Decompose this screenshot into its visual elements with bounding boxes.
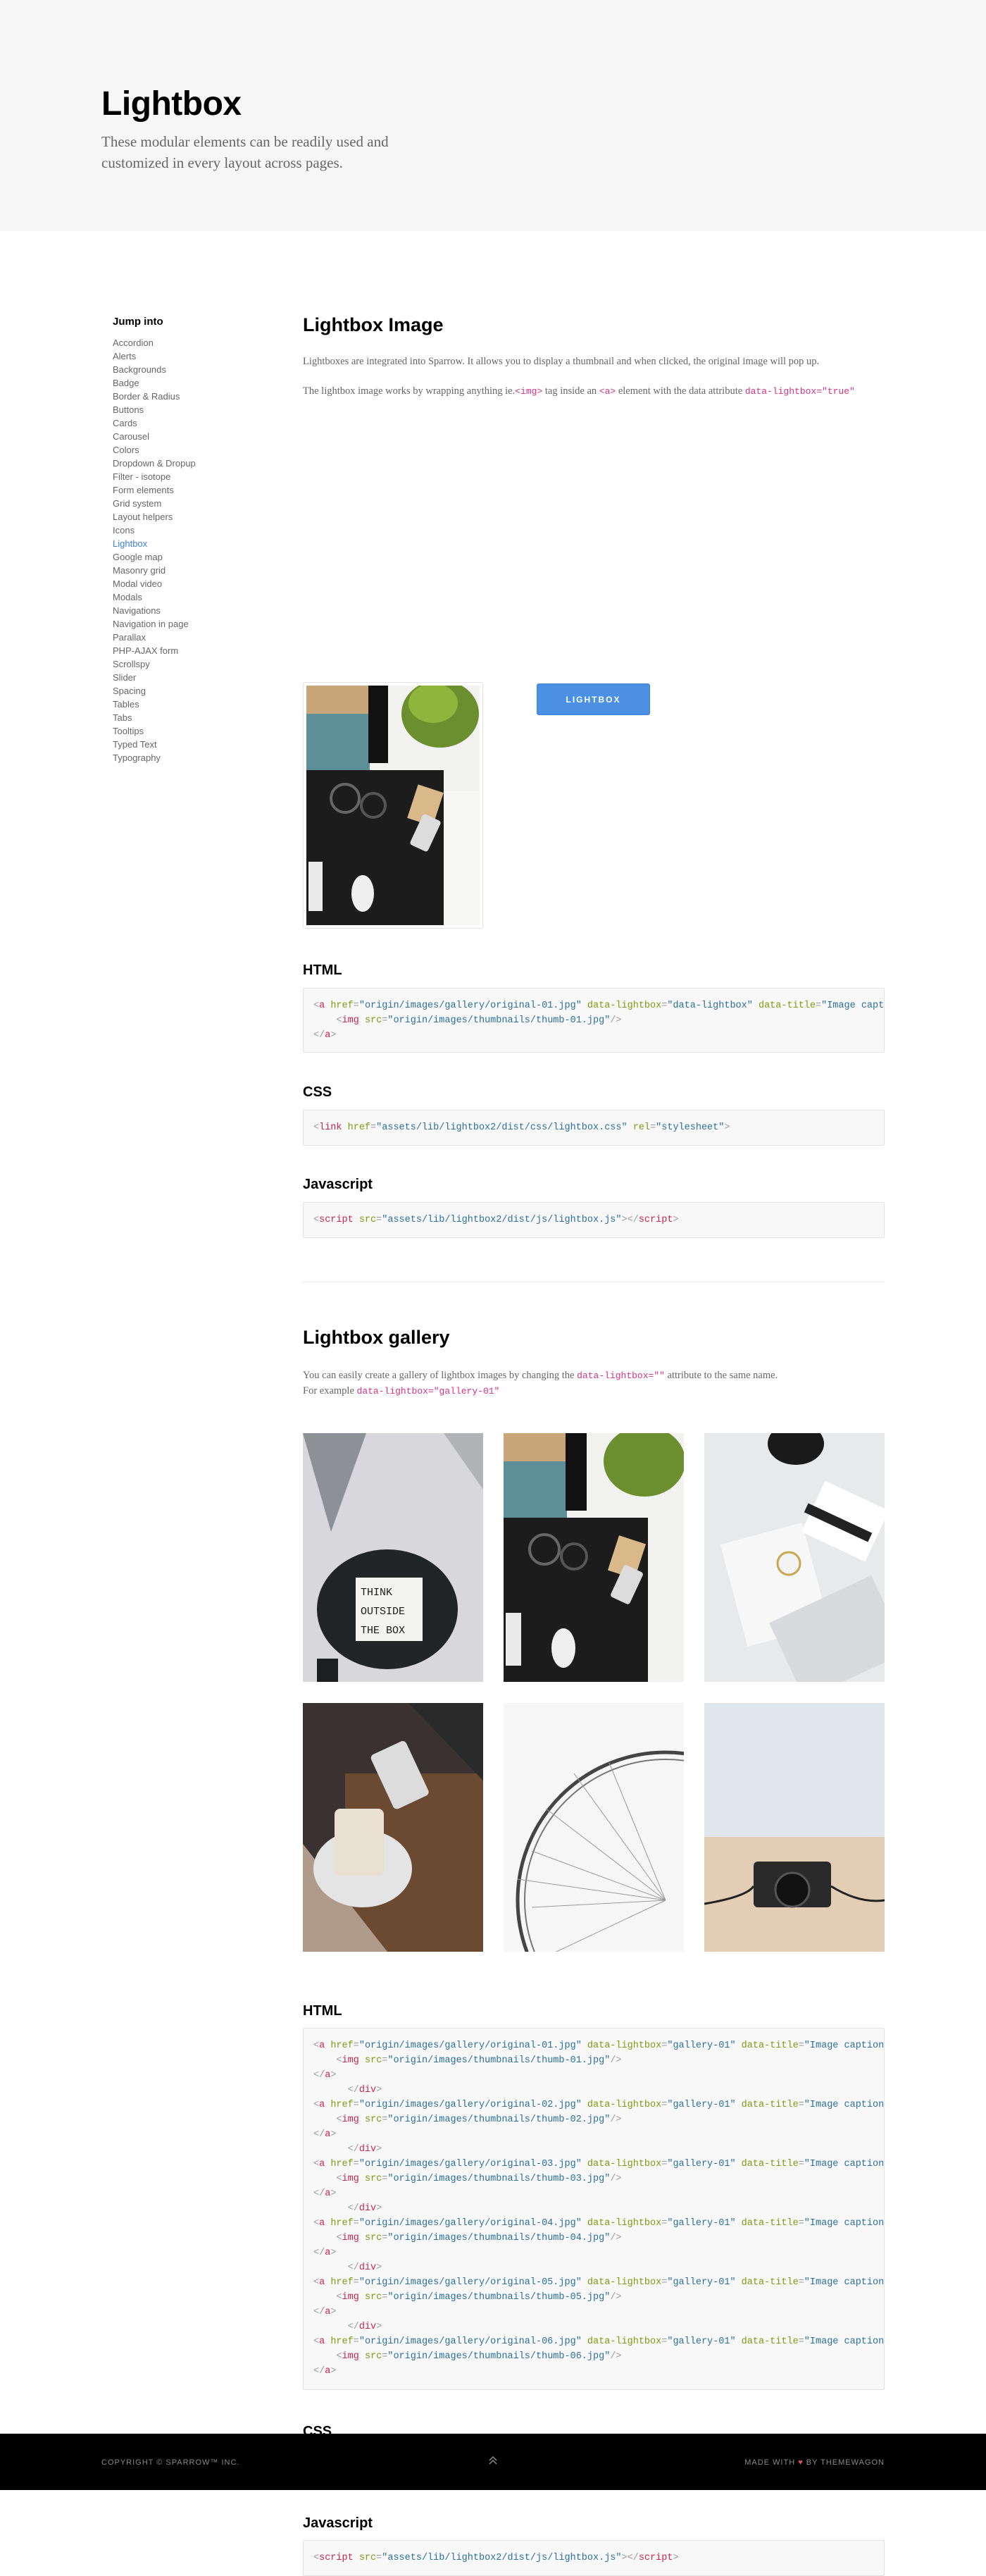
section-title-lightbox-image: Lightbox Image xyxy=(303,314,444,335)
footer-copyright: COPYRIGHT © SPARROW™ INC. xyxy=(101,2458,240,2467)
sidebar-item-masonry-grid[interactable]: Masonry grid xyxy=(113,564,254,577)
sidebar-item-scrollspy[interactable]: Scrollspy xyxy=(113,657,254,671)
content-area: Jump into Accordion Alerts Backgrounds B… xyxy=(0,231,986,2576)
camera-desert-photo xyxy=(704,1703,885,1952)
svg-text:THE BOX: THE BOX xyxy=(361,1625,405,1637)
sidebar-item-grid-system[interactable]: Grid system xyxy=(113,497,254,510)
page-title: Lightbox xyxy=(101,85,242,123)
sidebar-item-tooltips[interactable]: Tooltips xyxy=(113,724,254,738)
desk-flatlay-photo xyxy=(504,1433,684,1682)
sidebar-item-spacing[interactable]: Spacing xyxy=(113,684,254,698)
js-code-block: <script src="assets/lib/lightbox2/dist/j… xyxy=(303,1202,885,1238)
sidebar-item-filter-isotope[interactable]: Filter - isotope xyxy=(113,470,254,483)
gallery-example-text: For example xyxy=(303,1385,357,1397)
usage-code-img: <img> xyxy=(515,386,543,397)
sidebar-item-dropdown[interactable]: Dropdown & Dropup xyxy=(113,457,254,470)
think-outside-box-photo: THINK OUTSIDE THE BOX xyxy=(303,1433,483,1682)
footer: COPYRIGHT © SPARROW™ INC. MADE WITH ♥ BY… xyxy=(0,2434,986,2490)
gallery-image-2[interactable] xyxy=(504,1433,684,1682)
coffee-phone-photo xyxy=(303,1703,483,1952)
sidebar-item-border-radius[interactable]: Border & Radius xyxy=(113,390,254,403)
sidebar-item-google-map[interactable]: Google map xyxy=(113,550,254,564)
lightbox-button[interactable]: LIGHTBOX xyxy=(537,683,650,715)
sidebar-item-modals[interactable]: Modals xyxy=(113,590,254,604)
usage-code-attr: data-lightbox="true" xyxy=(744,386,855,397)
sidebar: Jump into Accordion Alerts Backgrounds B… xyxy=(113,316,254,764)
sidebar-item-typed-text[interactable]: Typed Text xyxy=(113,738,254,751)
gallery-html-code-block: <a href="origin/images/gallery/original-… xyxy=(303,2028,885,2390)
svg-text:THINK: THINK xyxy=(361,1587,392,1599)
gallery-text-a: You can easily create a gallery of light… xyxy=(303,1370,578,1381)
heart-icon: ♥ xyxy=(798,2458,804,2467)
lightbox-thumbnail[interactable] xyxy=(303,680,483,929)
css-heading: CSS xyxy=(303,1084,332,1100)
css-code-block: <link href="assets/lib/lightbox2/dist/cs… xyxy=(303,1110,885,1146)
gallery-example-code: data-lightbox="gallery-01" xyxy=(356,1386,500,1397)
gallery-js-heading: Javascript xyxy=(303,2515,373,2531)
sidebar-item-slider[interactable]: Slider xyxy=(113,671,254,684)
sidebar-item-modal-video[interactable]: Modal video xyxy=(113,577,254,590)
sidebar-item-alerts[interactable]: Alerts xyxy=(113,349,254,363)
sidebar-item-tables[interactable]: Tables xyxy=(113,698,254,711)
svg-text:OUTSIDE: OUTSIDE xyxy=(361,1606,405,1618)
sidebar-item-badge[interactable]: Badge xyxy=(113,376,254,390)
gallery-image-6[interactable] xyxy=(704,1703,885,1952)
scroll-top-icon[interactable] xyxy=(486,2453,500,2467)
sidebar-item-cards[interactable]: Cards xyxy=(113,416,254,430)
sidebar-item-colors[interactable]: Colors xyxy=(113,443,254,457)
gallery-js-code-block: <script src="assets/lib/lightbox2/dist/j… xyxy=(303,2540,885,2576)
sidebar-item-layout-helpers[interactable]: Layout helpers xyxy=(113,510,254,524)
usage-text-c: element with the data attribute xyxy=(616,385,745,397)
sidebar-list: Accordion Alerts Backgrounds Badge Borde… xyxy=(113,336,254,764)
page-header: Lightbox These modular elements can be r… xyxy=(0,0,986,231)
sidebar-heading: Jump into xyxy=(113,316,163,328)
gallery-image-4[interactable] xyxy=(303,1703,483,1952)
sidebar-item-form-elements[interactable]: Form elements xyxy=(113,483,254,497)
html-heading: HTML xyxy=(303,962,342,978)
usage-code-a: <a> xyxy=(599,386,616,397)
sidebar-item-navigations[interactable]: Navigations xyxy=(113,604,254,617)
sidebar-item-navigation-in-page[interactable]: Navigation in page xyxy=(113,617,254,631)
gallery-text-b: attribute to the same name. xyxy=(664,1370,778,1381)
sidebar-item-php-ajax-form[interactable]: PHP-AJAX form xyxy=(113,644,254,657)
gallery-intro: You can easily create a gallery of light… xyxy=(303,1368,885,1383)
sidebar-item-typography[interactable]: Typography xyxy=(113,751,254,764)
sidebar-item-tabs[interactable]: Tabs xyxy=(113,711,254,724)
usage-text-b: tag inside an xyxy=(542,385,599,397)
gallery-code-attr: data-lightbox="" xyxy=(577,1370,665,1381)
watch-keyboard-photo xyxy=(704,1433,885,1682)
footer-made-text: MADE WITH xyxy=(744,2458,799,2467)
page-subtitle: These modular elements can be readily us… xyxy=(101,133,389,171)
lightbox-image-intro: Lightboxes are integrated into Sparrow. … xyxy=(303,356,820,367)
lightbox-image-usage: The lightbox image works by wrapping any… xyxy=(303,384,885,399)
section-title-lightbox-gallery: Lightbox gallery xyxy=(303,1327,450,1348)
gallery-image-1[interactable]: THINK OUTSIDE THE BOX xyxy=(303,1433,483,1682)
gallery-image-3[interactable] xyxy=(704,1433,885,1682)
html-code-block: <a href="origin/images/gallery/original-… xyxy=(303,988,885,1053)
sidebar-item-accordion[interactable]: Accordion xyxy=(113,336,254,349)
gallery-html-heading: HTML xyxy=(303,2003,342,2019)
footer-credit: MADE WITH ♥ BY THEMEWAGON xyxy=(744,2458,885,2467)
gallery-image-5[interactable] xyxy=(504,1703,684,1952)
footer-author-link[interactable]: BY THEMEWAGON xyxy=(804,2458,885,2467)
ferris-wheel-photo xyxy=(504,1703,684,1952)
sidebar-item-buttons[interactable]: Buttons xyxy=(113,403,254,416)
sidebar-item-backgrounds[interactable]: Backgrounds xyxy=(113,363,254,376)
js-heading: Javascript xyxy=(303,1177,373,1192)
usage-text-a: The lightbox image works by wrapping any… xyxy=(303,385,516,397)
sidebar-item-lightbox[interactable]: Lightbox xyxy=(113,537,254,550)
sidebar-item-parallax[interactable]: Parallax xyxy=(113,631,254,644)
sidebar-item-icons[interactable]: Icons xyxy=(113,524,254,537)
desk-photo-image xyxy=(306,680,480,925)
sidebar-item-carousel[interactable]: Carousel xyxy=(113,430,254,443)
gallery-example: For example data-lightbox="gallery-01" xyxy=(303,1384,885,1399)
